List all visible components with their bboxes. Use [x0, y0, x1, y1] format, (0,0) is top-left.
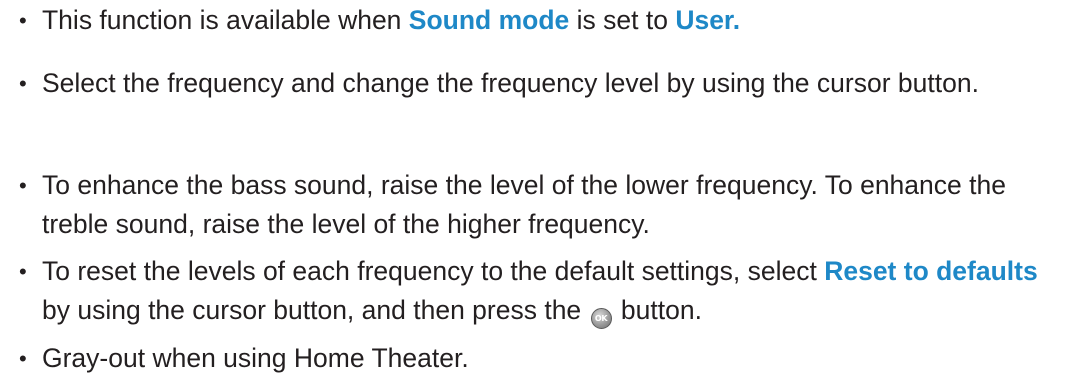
bullet-text: To reset the levels of each frequency to… [42, 256, 825, 286]
bullet-dot: • [19, 173, 27, 198]
bullet-dot: • [19, 71, 27, 96]
bullet-sound-mode-availability: • This function is available when Sound … [16, 1, 740, 40]
bullet-reset-levels: • To reset the levels of each frequency … [16, 252, 1066, 330]
bullet-dot: • [19, 346, 27, 371]
bullet-text: Select the frequency and change the freq… [42, 68, 979, 98]
bullet-text: This function is available when [42, 5, 409, 35]
bullet-gray-out-note: • Gray-out when using Home Theater. [16, 339, 469, 378]
reset-to-defaults-term: Reset to defaults [824, 256, 1038, 286]
bullet-text: To enhance the bass sound, raise the lev… [42, 170, 1006, 239]
bullet-text: by using the cursor button, and then pre… [42, 295, 589, 325]
bullet-dot: • [19, 8, 27, 33]
bullet-text: Gray-out when using Home Theater. [42, 343, 469, 373]
bullet-text: button. [613, 295, 702, 325]
ok-button-icon: OK [590, 308, 612, 329]
bullet-text: is set to [569, 5, 676, 35]
sound-mode-term: Sound mode [408, 5, 570, 35]
bullet-period: . [732, 5, 741, 35]
bullet-dot: • [19, 259, 27, 284]
user-term: User [675, 5, 733, 35]
bullet-select-frequency: • Select the frequency and change the fr… [16, 64, 979, 103]
bullet-enhance-sound: • To enhance the bass sound, raise the l… [16, 166, 1066, 244]
